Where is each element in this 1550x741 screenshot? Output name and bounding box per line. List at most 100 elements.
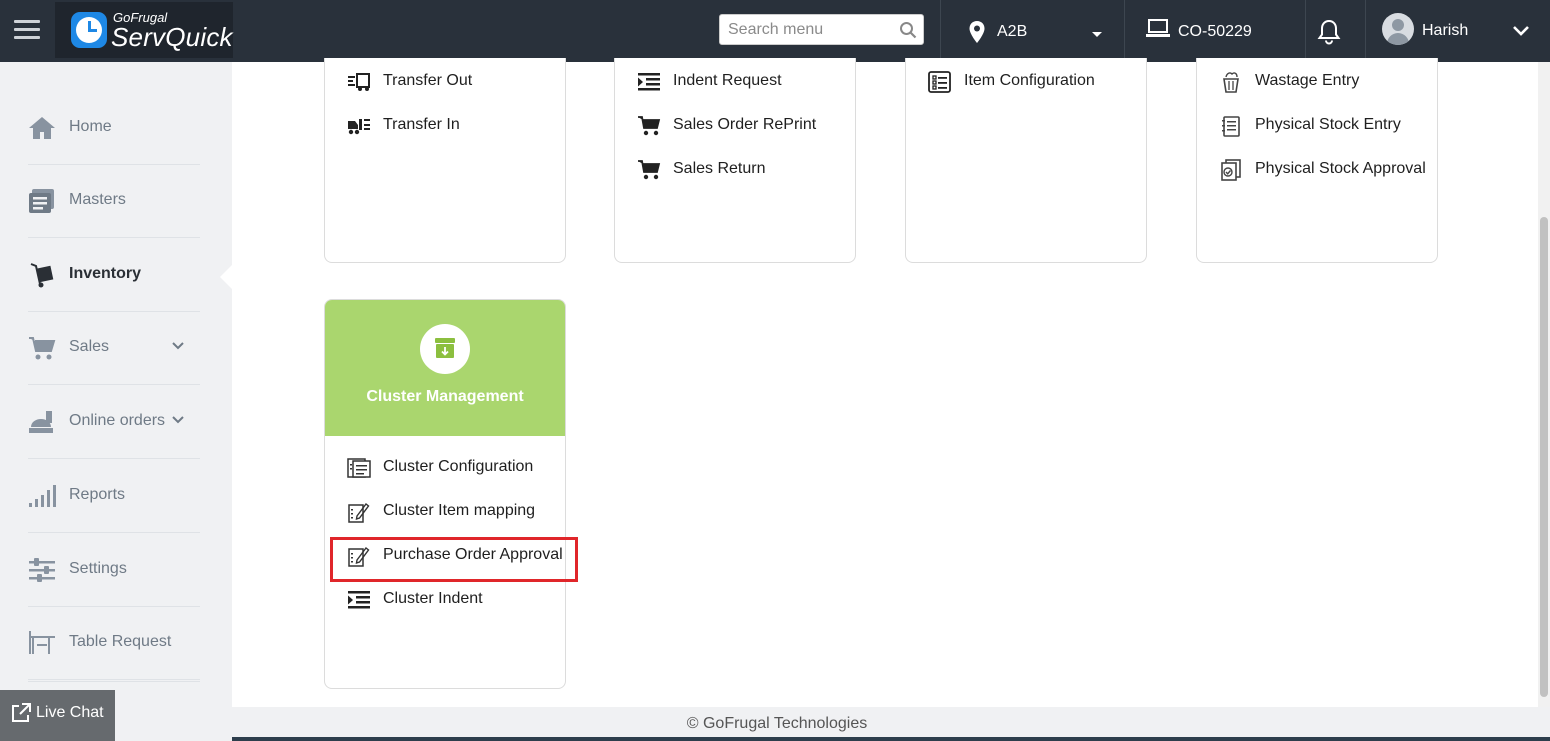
location-name: A2B (997, 23, 1028, 40)
clock-logo-icon (71, 12, 107, 48)
active-indicator (220, 265, 232, 289)
menu-item-transfer-out[interactable]: Transfer Out (347, 70, 565, 94)
search-box (719, 14, 924, 45)
card-header: Cluster Management (325, 300, 565, 436)
menu-item-label: Transfer In (383, 116, 460, 133)
sidebar-item-reports[interactable]: Reports (28, 460, 200, 533)
cart-icon (29, 337, 56, 360)
indent-list-icon (638, 73, 660, 91)
sidebar-item-label: Home (69, 118, 112, 135)
inventory-icon (30, 263, 54, 288)
menu-item-sales-return[interactable]: Sales Return (637, 158, 855, 182)
logo[interactable]: GoFrugal ServQuick (55, 2, 233, 58)
reports-icon (29, 485, 56, 507)
card-title: Cluster Management (366, 388, 524, 405)
menu-item-sales-order-reprint[interactable]: Sales Order RePrint (637, 114, 855, 138)
terminal-id: CO-50229 (1178, 23, 1252, 40)
computer-icon (1146, 19, 1170, 37)
sidebar-item-inventory[interactable]: Inventory (28, 239, 200, 312)
indent-list-icon (348, 591, 370, 609)
external-link-icon (12, 703, 31, 722)
approval-document-icon (1221, 159, 1241, 181)
search-icon[interactable] (899, 21, 917, 39)
sidebar-item-masters[interactable]: Masters (28, 165, 200, 238)
sidebar-item-label: Table Request (69, 633, 172, 650)
menu-item-cluster-indent[interactable]: Cluster Indent (347, 588, 565, 612)
sidebar-item-label: Sales (69, 338, 110, 355)
location-pin-icon (969, 21, 985, 43)
sidebar-item-online-orders[interactable]: Online orders (28, 386, 200, 459)
menu-item-label: Cluster Indent (383, 590, 483, 607)
menu-item-physical-stock-entry[interactable]: Physical Stock Entry (1219, 114, 1437, 138)
menu-item-label: Physical Stock Approval (1255, 160, 1426, 177)
sidebar-item-label: Masters (69, 191, 126, 208)
sidebar-item-home[interactable]: Home (28, 92, 200, 165)
sidebar-item-settings[interactable]: Settings (28, 534, 200, 607)
caret-down-icon (1092, 32, 1102, 37)
location-selector[interactable]: A2B (940, 0, 1124, 62)
sidebar-item-label: Reports (69, 486, 126, 503)
highlight-box (330, 537, 578, 582)
menu-item-label: Item Configuration (964, 72, 1095, 89)
divider (1305, 0, 1306, 62)
sidebar-item-label: Inventory (69, 265, 142, 282)
menu-item-transfer-in[interactable]: Transfer In (347, 114, 565, 138)
sidebar-item-label: Online orders (69, 412, 166, 429)
menu-item-label: Indent Request (673, 72, 782, 89)
scrollbar-thumb[interactable] (1540, 217, 1548, 697)
sidebar-item-label: Settings (69, 560, 127, 577)
sidebar-item-sales[interactable]: Sales (28, 312, 200, 385)
chevron-down-icon (172, 416, 184, 424)
document-list-icon (347, 458, 371, 478)
configuration-card: Item Configuration (905, 58, 1147, 263)
menu-item-label: Cluster Item mapping (383, 502, 536, 519)
menu-item-label: Sales Return (673, 160, 766, 177)
menu-item-cluster-item-mapping[interactable]: Cluster Item mapping (347, 500, 565, 524)
cart-icon (638, 116, 661, 136)
footer-copyright: © GoFrugal Technologies (686, 715, 868, 732)
avatar (1382, 13, 1414, 45)
checklist-icon (928, 71, 951, 93)
hamburger-icon[interactable] (14, 20, 40, 42)
bell-icon[interactable] (1316, 18, 1342, 46)
divider (28, 681, 200, 682)
chevron-down-icon (172, 342, 184, 350)
footer: © GoFrugal Technologies (232, 707, 1550, 741)
transfer-card: Transfer Out Transfer In (324, 58, 566, 263)
masters-icon (29, 189, 54, 213)
table-icon (29, 631, 55, 654)
logo-brand-name: ServQuick (111, 22, 233, 52)
menu-item-label: Wastage Entry (1255, 72, 1360, 89)
cluster-management-card: Cluster Management Cluster Configuration… (324, 299, 566, 689)
chevron-down-icon (1513, 26, 1529, 36)
home-icon (29, 117, 55, 139)
trash-icon (1223, 72, 1239, 93)
menu-item-wastage-entry[interactable]: Wastage Entry (1219, 70, 1437, 94)
transfer-in-icon (348, 119, 370, 135)
menu-item-physical-stock-approval[interactable]: Physical Stock Approval (1219, 158, 1437, 182)
main-content: Transfer Out Transfer In Indent Request … (232, 58, 1538, 707)
sidebar: Home Masters Inventory Sales Online orde… (0, 62, 232, 741)
top-bar: GoFrugal ServQuick A2B CO-50229 Harish (0, 0, 1550, 62)
edit-document-icon (348, 503, 370, 523)
live-chat-button[interactable]: Live Chat (0, 690, 115, 741)
user-name: Harish (1422, 22, 1469, 39)
menu-item-cluster-configuration[interactable]: Cluster Configuration (347, 456, 565, 480)
menu-item-item-configuration[interactable]: Item Configuration (928, 70, 1146, 94)
search-input[interactable] (720, 15, 895, 44)
archive-box-icon (420, 324, 470, 374)
cart-icon (638, 160, 661, 180)
sidebar-item-table-request[interactable]: Table Request (28, 607, 200, 680)
bottom-strip (232, 737, 1550, 741)
menu-item-indent-request[interactable]: Indent Request (637, 70, 855, 94)
user-menu[interactable]: Harish (1366, 0, 1550, 62)
stock-card: Wastage Entry Physical Stock Entry Physi… (1196, 58, 1438, 263)
transfer-out-icon (348, 73, 370, 91)
online-orders-icon (29, 411, 53, 433)
menu-item-label: Transfer Out (383, 72, 473, 89)
terminal-info[interactable]: CO-50229 (1125, 0, 1305, 62)
vertical-scrollbar[interactable] (1538, 62, 1550, 707)
notepad-icon (1222, 116, 1240, 137)
menu-item-label: Cluster Configuration (383, 458, 534, 475)
live-chat-label: Live Chat (36, 704, 104, 721)
